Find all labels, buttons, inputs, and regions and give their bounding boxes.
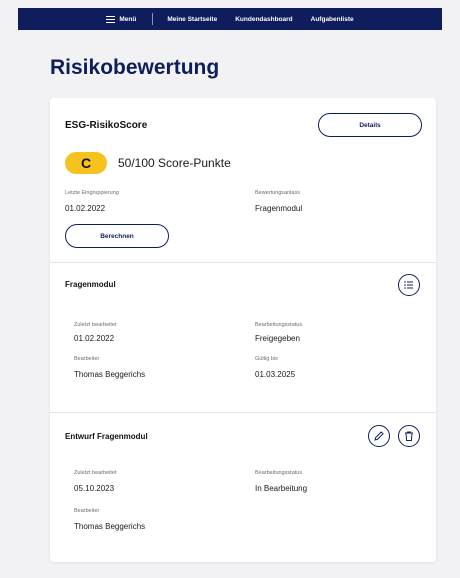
last-grouping-label: Letzte Eingruppierung [65, 190, 119, 196]
edit-button[interactable] [368, 425, 390, 447]
questionnaire-last-edited-label: Zuletzt bearbeitet [74, 322, 117, 328]
list-icon [404, 281, 413, 289]
draft-status-label: Bearbeitungsstatus [255, 470, 303, 476]
questionnaire-editor-value: Thomas Beggerichs [74, 370, 146, 379]
section-divider [50, 412, 436, 413]
draft-title: Entwurf Fragenmodul [65, 432, 148, 441]
questionnaire-title: Fragenmodul [65, 280, 116, 289]
menu-label: Menü [119, 15, 137, 23]
score-grade-badge: C [65, 152, 107, 174]
top-navigation-bar: Menü Meine Startseite Kundendashboard Au… [18, 8, 442, 30]
menu-button[interactable]: Menü [106, 15, 137, 23]
section-divider [50, 262, 436, 263]
pencil-icon [374, 431, 384, 441]
nav-link-meine-startseite[interactable]: Meine Startseite [167, 16, 217, 23]
questionnaire-status-label: Bearbeitungsstatus [255, 322, 303, 328]
trash-icon [405, 431, 413, 441]
page-title: Risikobewertung [50, 56, 220, 79]
details-button[interactable]: Details [318, 113, 422, 137]
calculate-button[interactable]: Berechnen [65, 224, 169, 248]
nav-link-aufgabenliste[interactable]: Aufgabenliste [311, 16, 354, 23]
draft-last-edited-value: 05.10.2023 [74, 484, 115, 493]
occasion-label: Bewertungsanlass [255, 190, 300, 196]
questionnaire-status-value: Freigegeben [255, 334, 300, 343]
nav-link-kundendashboard[interactable]: Kundendashboard [235, 16, 292, 23]
questionnaire-valid-until-label: Gültig bis [255, 356, 278, 362]
draft-editor-label: Bearbeiter [74, 508, 100, 514]
last-grouping-value: 01.02.2022 [65, 204, 106, 213]
questionnaire-valid-until-value: 01.03.2025 [255, 370, 296, 379]
questionnaire-last-edited-value: 01.02.2022 [74, 334, 115, 343]
hamburger-icon [106, 15, 116, 23]
draft-last-edited-label: Zuletzt bearbeitet [74, 470, 117, 476]
nav-divider [152, 13, 154, 25]
score-section-title: ESG-RisikoScore [65, 120, 148, 131]
score-points: 50/100 Score-Punkte [118, 156, 231, 170]
occasion-value: Fragenmodul [255, 204, 303, 213]
draft-status-value: In Bearbeitung [255, 484, 308, 493]
questionnaire-editor-label: Bearbeiter [74, 356, 100, 362]
delete-button[interactable] [398, 425, 420, 447]
draft-editor-value: Thomas Beggerichs [74, 522, 146, 531]
risk-card: ESG-RisikoScore Details C 50/100 Score-P… [50, 98, 436, 562]
list-button[interactable] [398, 274, 420, 296]
